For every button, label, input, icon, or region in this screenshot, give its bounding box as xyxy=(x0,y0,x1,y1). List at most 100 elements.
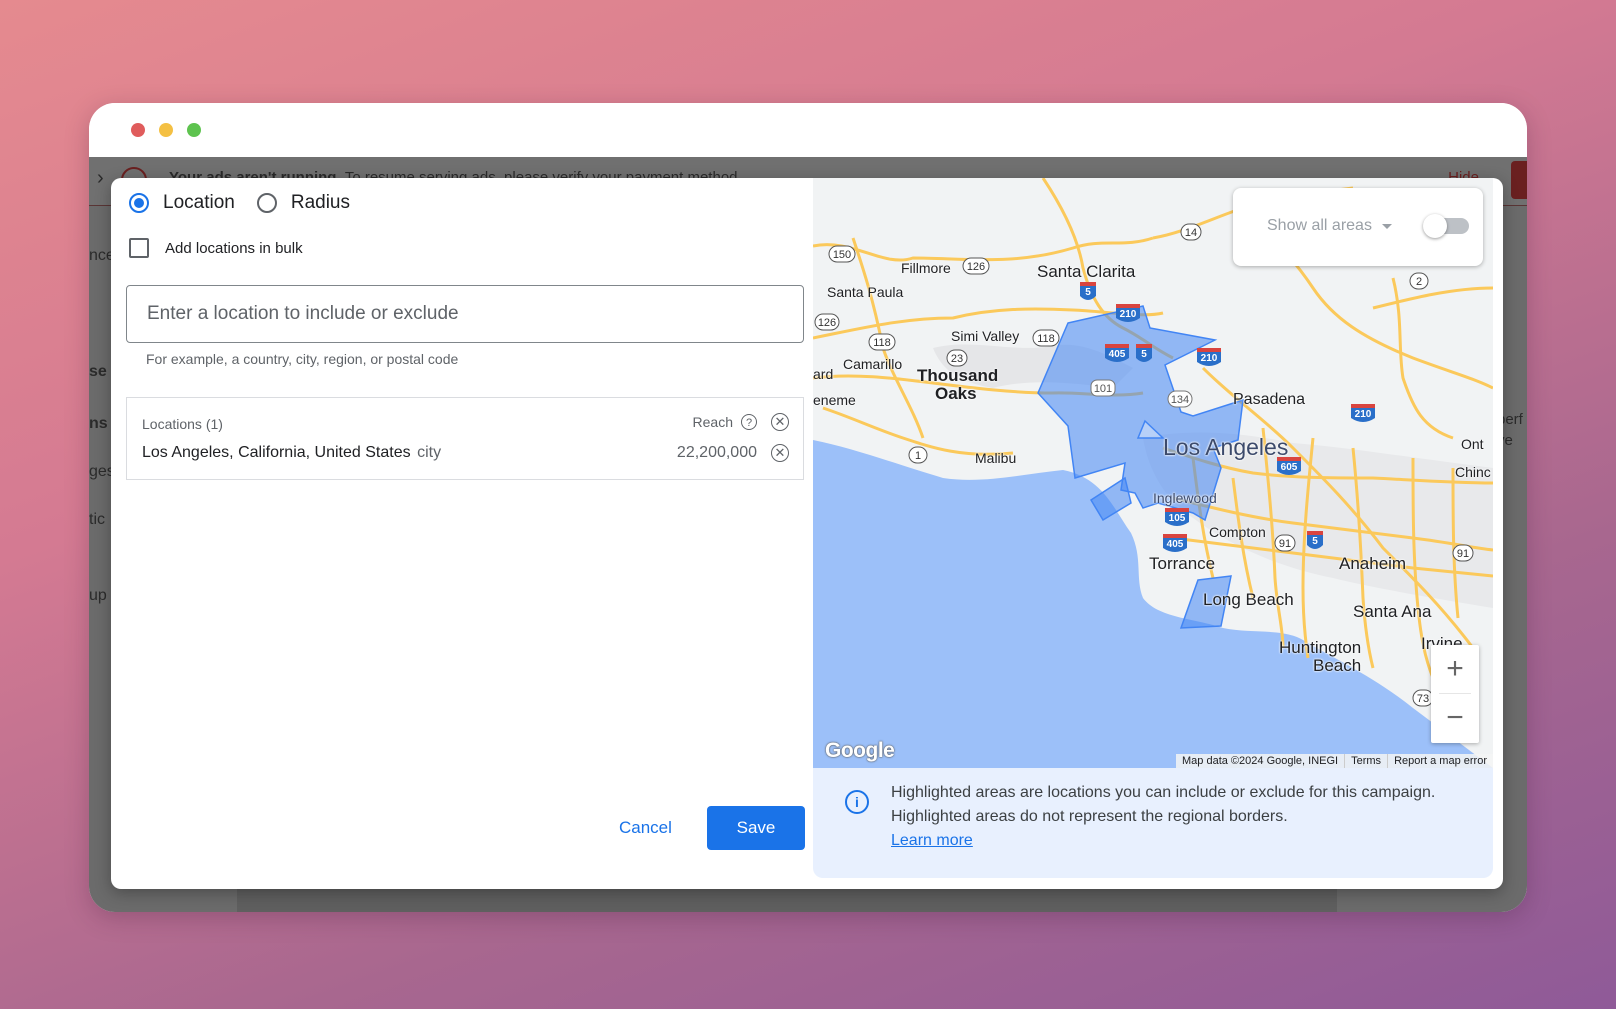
svg-text:134: 134 xyxy=(1171,394,1189,406)
location-dialog: Location Radius Add locations in bulk Fo… xyxy=(111,178,1503,889)
zoom-in-button[interactable]: + xyxy=(1431,645,1479,693)
interstate-shield-210: 210 xyxy=(1351,404,1375,422)
svg-text:126: 126 xyxy=(818,317,836,329)
map-label-long-beach: Long Beach xyxy=(1203,590,1294,610)
bulk-add-label[interactable]: Add locations in bulk xyxy=(165,240,303,257)
route-shield-134: 134 xyxy=(1168,391,1192,407)
sidebar-peek-text: up xyxy=(89,587,107,605)
zoom-out-button[interactable]: − xyxy=(1431,694,1479,742)
svg-text:14: 14 xyxy=(1185,227,1197,239)
map-label-pasadena: Pasadena xyxy=(1233,391,1305,409)
radius-radio-label[interactable]: Radius xyxy=(291,192,350,214)
info-message: Highlighted areas are locations you can … xyxy=(891,784,1435,825)
svg-text:118: 118 xyxy=(1037,333,1055,345)
reach-header: Reach ? ✕ xyxy=(693,413,789,431)
bulk-add-row: Add locations in bulk xyxy=(129,238,303,258)
remove-all-locations-icon[interactable]: ✕ xyxy=(771,413,789,431)
svg-text:23: 23 xyxy=(951,353,963,365)
info-icon: i xyxy=(845,790,869,814)
svg-text:5: 5 xyxy=(1141,349,1147,360)
chevron-right-icon: › xyxy=(97,167,104,190)
save-button[interactable]: Save xyxy=(707,806,805,850)
help-circle-icon[interactable]: ? xyxy=(741,414,757,430)
route-shield-91: 91 xyxy=(1275,535,1295,551)
show-areas-toggle[interactable] xyxy=(1425,218,1469,234)
location-radio-label[interactable]: Location xyxy=(163,192,235,214)
locations-list: Locations (1) Reach ? ✕ Los Angeles, Cal… xyxy=(126,397,804,480)
info-text: Highlighted areas are locations you can … xyxy=(891,781,1451,853)
svg-text:118: 118 xyxy=(873,337,891,349)
map-view[interactable]: 150 126 126 118 118 23 1 14 2 101 134 91… xyxy=(813,178,1493,768)
svg-text:5: 5 xyxy=(1312,536,1318,547)
svg-text:126: 126 xyxy=(967,261,985,273)
learn-more-link[interactable]: Learn more xyxy=(891,832,973,849)
svg-text:5: 5 xyxy=(1085,287,1091,298)
interstate-shield-210: 210 xyxy=(1197,348,1221,366)
targeting-mode-group: Location Radius xyxy=(129,192,372,214)
route-shield-1: 1 xyxy=(909,447,927,463)
map-label-anaheim: Anaheim xyxy=(1339,554,1406,574)
svg-text:150: 150 xyxy=(833,249,851,261)
svg-text:73: 73 xyxy=(1417,693,1429,705)
cancel-button[interactable]: Cancel xyxy=(611,806,680,850)
location-item-actions: 22,200,000 ✕ xyxy=(677,444,789,462)
show-areas-dropdown[interactable]: Show all areas xyxy=(1267,217,1392,235)
route-shield-118: 118 xyxy=(869,334,895,350)
browser-window: › Your ads aren't running To resume serv… xyxy=(89,103,1527,912)
location-search-input[interactable] xyxy=(126,285,804,343)
svg-text:210: 210 xyxy=(1120,309,1137,320)
google-logo: Google xyxy=(825,739,894,763)
location-item-type: city xyxy=(417,444,441,461)
route-shield-2: 2 xyxy=(1410,273,1428,289)
interstate-shield-5: 5 xyxy=(1136,344,1152,362)
map-label-los-angeles: Los Angeles xyxy=(1163,434,1288,461)
show-areas-panel: Show all areas xyxy=(1233,188,1483,266)
map-label-inglewood: Inglewood xyxy=(1153,490,1217,506)
map-label-torrance: Torrance xyxy=(1149,554,1215,574)
minimize-window-button[interactable] xyxy=(159,123,173,137)
dropdown-caret-icon xyxy=(1382,224,1392,229)
search-hint: For example, a country, city, region, or… xyxy=(146,351,458,367)
map-label-fillmore: Fillmore xyxy=(901,260,951,276)
svg-text:91: 91 xyxy=(1457,548,1469,560)
interstate-shield-5: 5 xyxy=(1080,282,1096,300)
map-data-credit: Map data ©2024 Google, INEGI xyxy=(1176,754,1344,768)
bulk-add-checkbox[interactable] xyxy=(129,238,149,258)
maximize-window-button[interactable] xyxy=(187,123,201,137)
toggle-knob xyxy=(1423,214,1447,238)
svg-text:2: 2 xyxy=(1416,276,1422,288)
interstate-shield-5: 5 xyxy=(1307,531,1323,549)
route-shield-73: 73 xyxy=(1413,690,1433,706)
map-label-oxnard: ard xyxy=(813,366,833,382)
sidebar-peek-text: tic xyxy=(89,511,105,529)
map-label-thousand-oaks: Thousand xyxy=(917,366,998,386)
sidebar-peek-text: se xyxy=(89,363,107,381)
map-label-malibu: Malibu xyxy=(975,450,1016,466)
reach-label: Reach xyxy=(693,414,733,430)
map-label-huntington-beach: Huntington xyxy=(1279,638,1361,658)
route-shield-101: 101 xyxy=(1091,380,1115,396)
location-form: Location Radius Add locations in bulk Fo… xyxy=(111,178,806,889)
svg-text:105: 105 xyxy=(1169,513,1186,524)
map-label-santa-paula: Santa Paula xyxy=(827,284,903,300)
location-item-name: Los Angeles, California, United States xyxy=(142,444,411,461)
map-terms-link[interactable]: Terms xyxy=(1344,754,1387,768)
location-item: Los Angeles, California, United States c… xyxy=(142,444,441,462)
sidebar-peek-text: ns xyxy=(89,415,108,433)
route-shield-150: 150 xyxy=(829,246,855,262)
remove-location-icon[interactable]: ✕ xyxy=(771,444,789,462)
svg-text:405: 405 xyxy=(1167,539,1184,550)
svg-text:405: 405 xyxy=(1109,349,1126,360)
map-label-santa-clarita: Santa Clarita xyxy=(1037,262,1135,282)
location-radio[interactable] xyxy=(129,193,149,213)
close-window-button[interactable] xyxy=(131,123,145,137)
title-bar xyxy=(89,103,1527,157)
svg-text:1: 1 xyxy=(915,450,921,462)
map-label-camarillo: Camarillo xyxy=(843,356,902,372)
interstate-shield-405: 405 xyxy=(1163,534,1187,552)
radius-radio[interactable] xyxy=(257,193,277,213)
svg-text:210: 210 xyxy=(1201,353,1218,364)
map-info-notice: i Highlighted areas are locations you ca… xyxy=(813,768,1493,878)
map-zoom-controls: + − xyxy=(1431,645,1479,743)
report-map-error-link[interactable]: Report a map error xyxy=(1387,754,1493,768)
